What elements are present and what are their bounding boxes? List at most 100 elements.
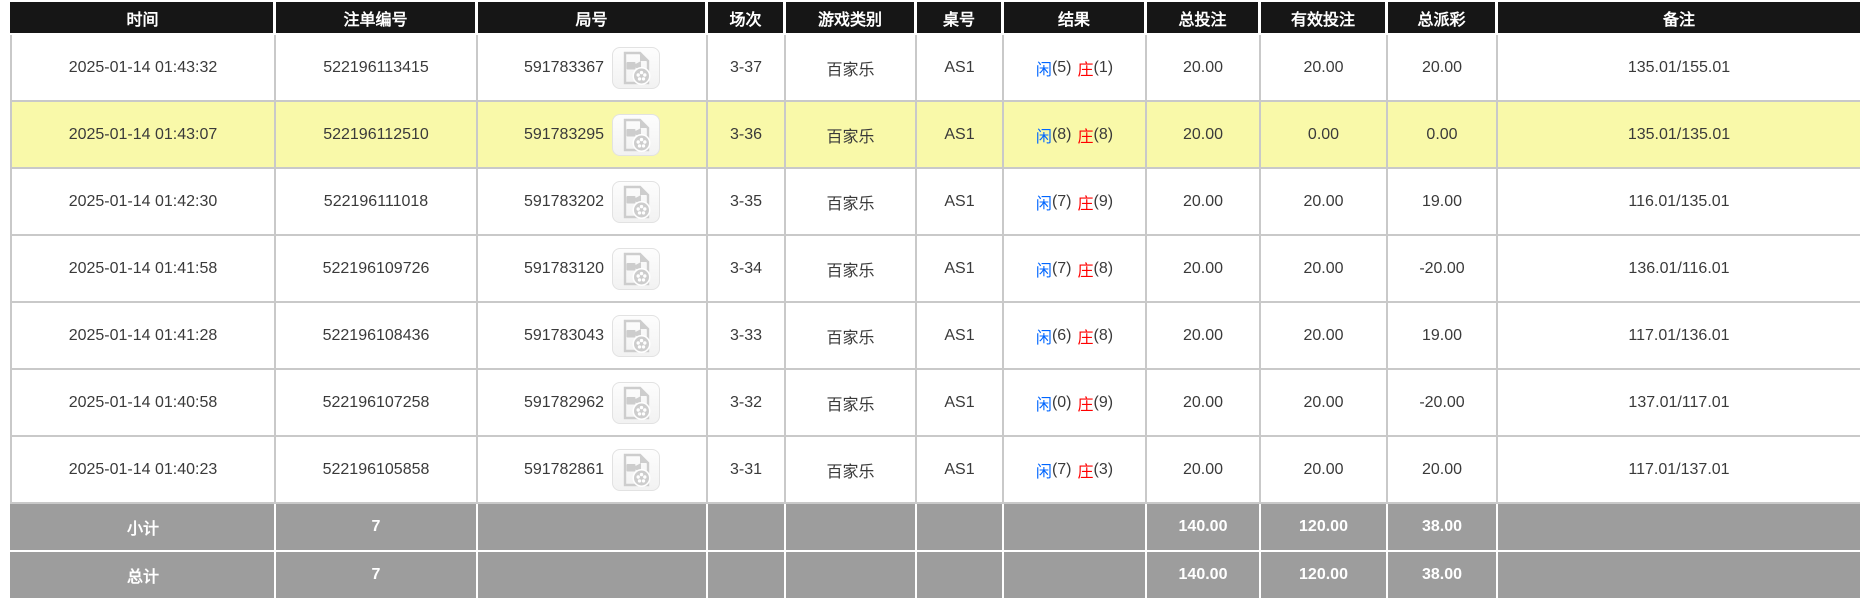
cell-game-type: 百家乐	[786, 370, 917, 435]
cell-total-bet: 20.00	[1147, 35, 1261, 100]
cell-total-bet: 20.00	[1147, 303, 1261, 368]
table-row[interactable]: 2025-01-14 01:42:30 522196111018 591783202…	[10, 169, 1860, 236]
cell-round-id: 591783367	[478, 35, 708, 100]
cell-session: 3-31	[708, 437, 786, 502]
summary-total-bet: 140.00	[1147, 552, 1261, 598]
cell-result: 闲 (7) 庄 (8)	[1004, 236, 1147, 301]
cell-total-payout: 20.00	[1388, 437, 1498, 502]
cell-valid-bet: 20.00	[1261, 35, 1388, 100]
result-player-label: 闲	[1035, 128, 1052, 146]
cell-bet-id: 522196105858	[276, 437, 478, 502]
cell-valid-bet: 20.00	[1261, 437, 1388, 502]
cell-round-id: 591783295	[478, 102, 708, 167]
cell-total-bet: 20.00	[1147, 102, 1261, 167]
result-banker-points: (8)	[1093, 259, 1114, 277]
video-replay-icon	[623, 453, 651, 487]
summary-remark	[1498, 552, 1860, 598]
column-header-valid_bet: 有效投注	[1261, 2, 1388, 33]
cell-valid-bet: 20.00	[1261, 236, 1388, 301]
video-replay-icon	[623, 51, 651, 85]
cell-total-bet: 20.00	[1147, 437, 1261, 502]
cell-valid-bet: 20.00	[1261, 370, 1388, 435]
cell-time: 2025-01-14 01:40:58	[12, 370, 276, 435]
summary-count: 7	[276, 504, 478, 550]
summary-empty-result	[1004, 552, 1147, 598]
result-player-points: (7)	[1051, 259, 1072, 277]
cell-remark: 117.01/136.01	[1628, 326, 1730, 344]
cell-bet-id: 522196112510	[276, 102, 478, 167]
round-id-text: 591783043	[523, 326, 605, 344]
cell-result: 闲 (7) 庄 (3)	[1004, 437, 1147, 502]
summary-empty-session	[708, 552, 786, 598]
video-replay-icon	[623, 386, 651, 420]
cell-session: 3-36	[708, 102, 786, 167]
summary-empty-result	[1004, 504, 1147, 550]
table-row[interactable]: 2025-01-14 01:40:23 522196105858 591782861…	[10, 437, 1860, 504]
cell-time: 2025-01-14 01:41:28	[12, 303, 276, 368]
cell-remark: 117.01/137.01	[1628, 460, 1730, 478]
cell-bet-id: 522196113415	[276, 35, 478, 100]
cell-table-no: AS1	[917, 169, 1004, 234]
video-replay-button[interactable]	[612, 113, 661, 156]
cell-table-no: AS1	[917, 303, 1004, 368]
cell-session: 3-35	[708, 169, 786, 234]
column-header-result: 结果	[1004, 2, 1147, 33]
cell-table-no: AS1	[917, 370, 1004, 435]
round-id-text: 591783120	[523, 259, 605, 277]
cell-time: 2025-01-14 01:42:30	[12, 169, 276, 234]
cell-game-type: 百家乐	[786, 169, 917, 234]
cell-round-id: 591782962	[478, 370, 708, 435]
video-replay-button[interactable]	[612, 46, 661, 89]
result-banker-label: 庄	[1077, 128, 1094, 146]
summary-empty-game	[786, 552, 917, 598]
video-replay-icon	[623, 252, 651, 286]
table-row[interactable]: 2025-01-14 01:41:58 522196109726 591783120…	[10, 236, 1860, 303]
cell-remark: 135.01/135.01	[1498, 102, 1860, 167]
result-banker-label: 庄	[1077, 195, 1094, 213]
cell-result: 闲 (5) 庄 (1)	[1004, 35, 1147, 100]
column-header-time: 时间	[12, 2, 276, 33]
result-banker-points: (8)	[1093, 125, 1114, 143]
result-player-label: 闲	[1035, 262, 1052, 280]
table-row[interactable]: 2025-01-14 01:43:32 522196113415 591783367…	[10, 35, 1860, 102]
cell-remark: 135.01/155.01	[1627, 58, 1731, 76]
video-replay-icon	[623, 118, 651, 152]
cell-remark: 137.01/117.01	[1628, 393, 1730, 411]
result-player-points: (0)	[1051, 393, 1072, 411]
table-row[interactable]: 2025-01-14 01:41:28 522196108436 591783043…	[10, 303, 1860, 370]
table-row[interactable]: 2025-01-14 01:40:58 522196107258 591782962…	[10, 370, 1860, 437]
summary-total-payout: 38.00	[1388, 504, 1498, 550]
cell-session: 3-33	[708, 303, 786, 368]
cell-result: 闲 (6) 庄 (8)	[1004, 303, 1147, 368]
result-player-label: 闲	[1035, 61, 1052, 79]
result-banker-points: (9)	[1093, 393, 1114, 411]
cell-session: 3-37	[708, 35, 786, 100]
cell-valid-bet: 0.00	[1261, 102, 1388, 167]
result-banker-label: 庄	[1077, 463, 1094, 481]
summary-empty-table	[917, 504, 1004, 550]
cell-table-no: AS1	[917, 236, 1004, 301]
summary-valid-bet: 120.00	[1261, 504, 1388, 550]
cell-total-payout: 20.00	[1388, 35, 1498, 100]
video-replay-button[interactable]	[612, 180, 661, 223]
cell-round-id: 591783120	[478, 236, 708, 301]
result-player-points: (8)	[1051, 125, 1072, 143]
result-player-points: (7)	[1051, 460, 1072, 478]
table-row[interactable]: 2025-01-14 01:43:07 522196112510 591783295…	[10, 102, 1860, 169]
video-replay-button[interactable]	[612, 314, 661, 357]
cell-valid-bet: 20.00	[1261, 303, 1388, 368]
video-replay-button[interactable]	[612, 448, 661, 491]
cell-time: 2025-01-14 01:43:07	[12, 102, 276, 167]
summary-total-payout: 38.00	[1388, 552, 1498, 598]
cell-time: 2025-01-14 01:40:23	[12, 437, 276, 502]
cell-round-id: 591783043	[478, 303, 708, 368]
result-banker-points: (1)	[1093, 58, 1114, 76]
video-replay-button[interactable]	[612, 247, 661, 290]
cell-total-payout: -20.00	[1388, 370, 1498, 435]
cell-table-no: AS1	[917, 35, 1004, 100]
summary-empty-session	[708, 504, 786, 550]
column-header-bet_id: 注单编号	[276, 2, 478, 33]
result-player-label: 闲	[1035, 396, 1052, 414]
table-header-row: 时间 注单编号 局号 场次 游戏类别 桌号 结果 总投注 有效投注 总派彩 备注	[10, 2, 1860, 33]
video-replay-button[interactable]	[612, 381, 661, 424]
